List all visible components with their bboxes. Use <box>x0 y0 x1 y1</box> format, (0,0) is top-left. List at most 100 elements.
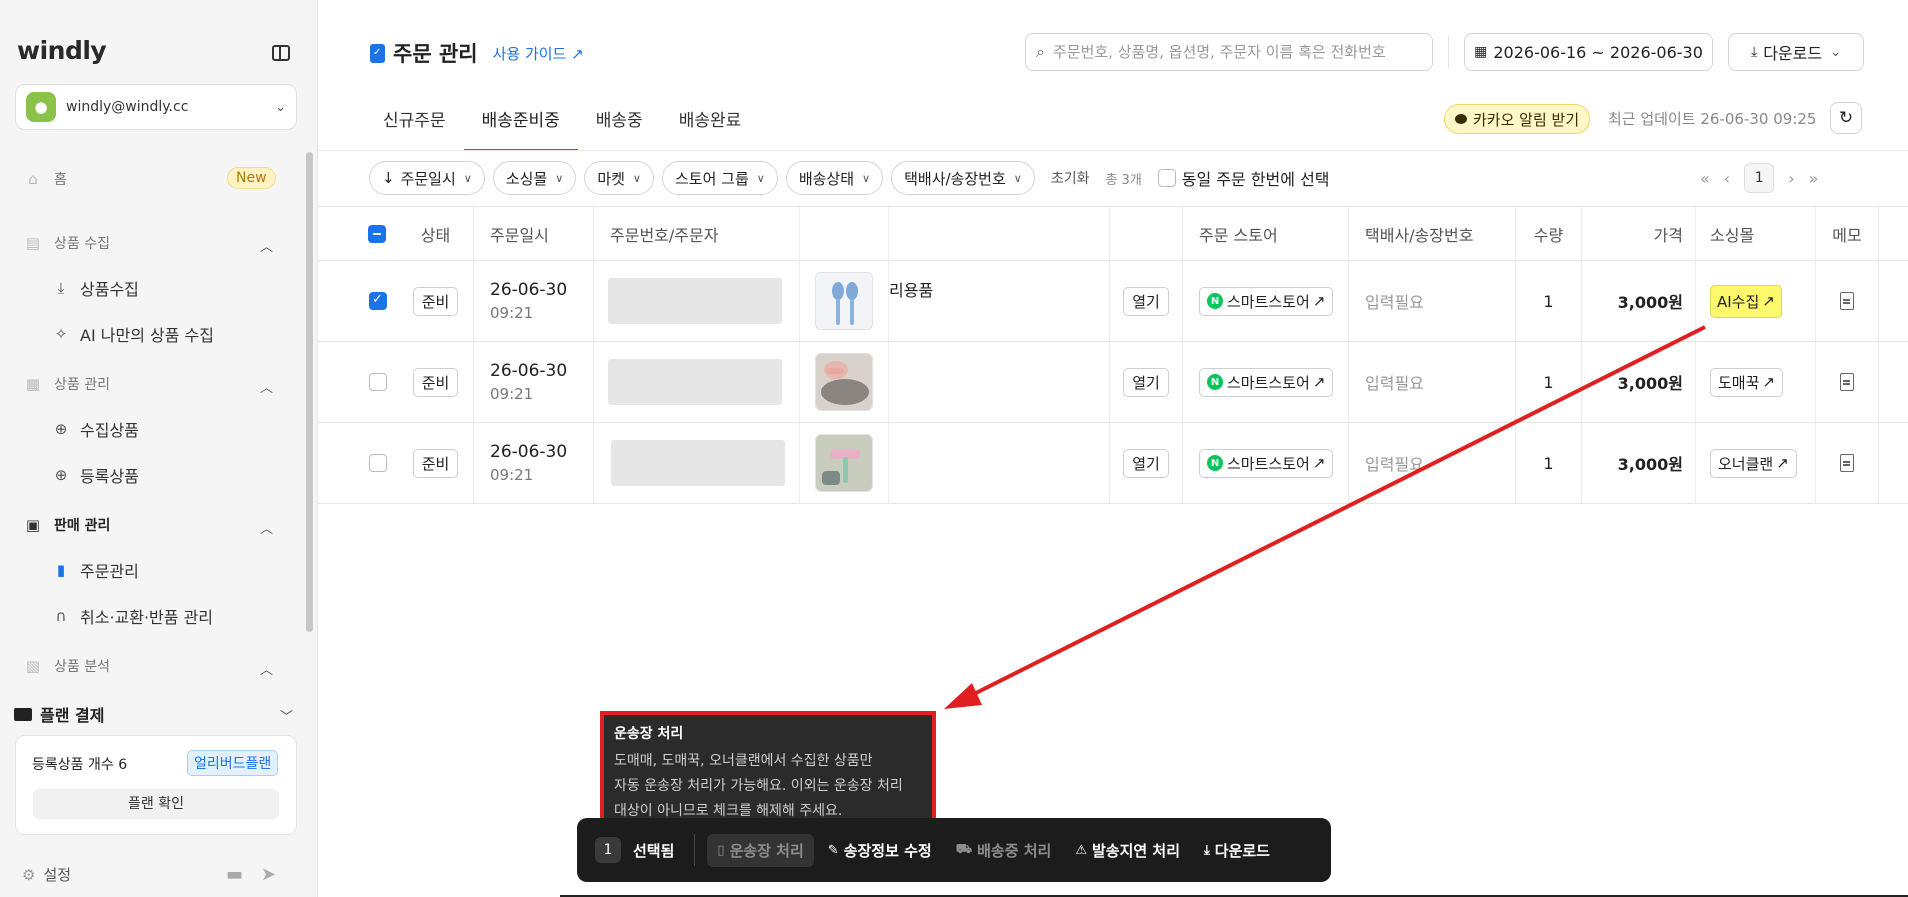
plan-check-button[interactable]: 플랜 확인 <box>33 789 279 819</box>
chevron-up-icon[interactable]: ︿ <box>260 518 273 537</box>
product-thumbnail[interactable] <box>815 353 873 411</box>
store-link[interactable]: N 스마트스토어 ↗ <box>1199 367 1334 397</box>
sidebar-section-sales[interactable]: ▣ 판매 관리 <box>22 514 111 536</box>
memo-icon[interactable] <box>1840 373 1854 391</box>
table-row[interactable]: 준비 26-06-30 09:21 열기 N 스마트스토어 ↗ 입력필요 1 3… <box>318 342 1908 423</box>
chevron-up-icon[interactable]: ︿ <box>260 659 273 678</box>
tab-new-orders[interactable]: 신규주문 <box>365 100 464 151</box>
download-dropdown[interactable]: ⤓ 다운로드 ⌄ <box>1728 33 1864 71</box>
courier-cell[interactable]: 입력필요 <box>1349 423 1516 503</box>
store-link[interactable]: N 스마트스토어 ↗ <box>1199 448 1334 478</box>
select-all-checkbox[interactable] <box>368 224 386 243</box>
current-page[interactable]: 1 <box>1744 163 1775 193</box>
price-cell: 3,000원 <box>1582 342 1696 422</box>
sidebar-item-ai-collect[interactable]: ✧ AI 나만의 상품 수집 <box>50 322 214 346</box>
search-box[interactable]: ⌕ <box>1025 33 1433 71</box>
tab-shipping[interactable]: 배송중 <box>578 100 661 151</box>
open-button[interactable]: 열기 <box>1123 367 1169 397</box>
sidebar-collapse-icon[interactable] <box>272 45 290 61</box>
table-row[interactable]: 준비 26-06-30 09:21 열기 N 스마트스토어 ↗ 입력필요 1 3… <box>318 423 1908 504</box>
first-page-icon[interactable]: « <box>1700 169 1710 188</box>
product-name[interactable]: 리용품 <box>889 277 933 301</box>
mall-link-domeggook[interactable]: 도매꾹 ↗ <box>1710 367 1783 397</box>
sidebar-section-manage[interactable]: ▦ 상품 관리 <box>22 373 110 395</box>
reset-button[interactable]: 초기화 <box>1051 168 1090 188</box>
last-page-icon[interactable]: » <box>1809 169 1819 188</box>
edit-invoice-button[interactable]: ✎ 송장정보 수정 <box>818 834 942 867</box>
order-date: 26-06-30 <box>490 442 568 462</box>
filter-label: 주문일시 <box>400 169 456 188</box>
chevron-down-icon[interactable]: ﹀ <box>280 706 293 725</box>
guide-link[interactable]: 사용 가이드 ↗ <box>493 43 584 64</box>
delay-button[interactable]: ⚠ 발송지연 처리 <box>1065 834 1190 867</box>
chevron-up-icon[interactable]: ︿ <box>260 377 273 396</box>
search-input[interactable] <box>1052 43 1413 61</box>
sidebar-item-registered-products[interactable]: ⊕ 등록상품 <box>50 463 139 487</box>
row-checkbox[interactable] <box>369 454 387 472</box>
send-icon[interactable]: ➤ <box>261 864 276 885</box>
last-update: 최근 업데이트 26-06-30 09:25 <box>1608 110 1817 128</box>
next-page-icon[interactable]: › <box>1788 169 1794 188</box>
product-thumbnail[interactable] <box>815 272 873 330</box>
store-group-filter[interactable]: 스토어 그룹 ∨ <box>661 161 778 195</box>
courier-cell[interactable]: 입력필요 <box>1349 342 1516 422</box>
open-button[interactable]: 열기 <box>1123 286 1169 316</box>
app-logo[interactable]: windly <box>17 36 107 65</box>
sidebar-item-orders[interactable]: ▮ 주문관리 <box>50 558 139 582</box>
mall-link-ai[interactable]: AI수집 ↗ <box>1710 284 1782 318</box>
date-range-picker[interactable]: ▦ 2026-06-16 ~ 2026-06-30 <box>1464 33 1713 71</box>
sort-filter[interactable]: ↓ 주문일시 ∨ <box>369 161 485 195</box>
order-time: 09:21 <box>490 466 534 484</box>
mark-shipping-button[interactable]: ⛟ 배송중 처리 <box>946 834 1062 867</box>
courier-cell[interactable]: 입력필요 <box>1349 261 1516 341</box>
tab-preparing[interactable]: 배송준비중 <box>463 100 578 151</box>
order-no-cell <box>594 423 800 503</box>
memo-icon[interactable] <box>1840 292 1854 310</box>
box-icon: ▤ <box>25 234 41 252</box>
same-order-select[interactable]: 동일 주문 한번에 선택 <box>1157 166 1330 190</box>
chevron-up-icon[interactable]: ︿ <box>260 236 273 255</box>
refresh-icon: ↻ <box>1838 108 1854 128</box>
bar-download-button[interactable]: ⤓ 다운로드 <box>1194 834 1280 867</box>
memo-icon[interactable] <box>1840 454 1854 472</box>
sidebar-item-returns[interactable]: ∩ 취소·교환·반품 관리 <box>50 604 214 628</box>
sidebar-item-home[interactable]: ⌂ 홈 <box>22 168 67 190</box>
sidebar-item-label: AI 나만의 상품 수집 <box>80 326 214 345</box>
refresh-button[interactable]: ↻ <box>1830 102 1862 134</box>
store-link[interactable]: N 스마트스토어 ↗ <box>1199 286 1334 316</box>
sidebar-item-collected-products[interactable]: ⊕ 수집상품 <box>50 417 139 441</box>
sidebar-section-analysis[interactable]: ▧ 상품 분석 <box>22 655 110 677</box>
tab-delivered[interactable]: 배송완료 <box>661 100 760 151</box>
market-filter[interactable]: 마켓 ∨ <box>584 161 654 195</box>
plan-product-count: 등록상품 개수 6 <box>32 754 127 774</box>
thumb-cell <box>800 261 889 341</box>
sidebar-section-label: 상품 관리 <box>54 377 110 393</box>
plan-count-label: 등록상품 개수 <box>32 757 114 773</box>
ship-status-filter[interactable]: 배송상태 ∨ <box>785 161 884 195</box>
kakao-alert-button[interactable]: 카카오 알림 받기 <box>1444 104 1591 134</box>
sidebar-section-label: 상품 분석 <box>54 659 110 675</box>
product-thumbnail[interactable] <box>815 434 873 492</box>
account-email: windly@windly.cc <box>66 99 189 115</box>
mall-filter[interactable]: 소싱몰 ∨ <box>492 161 577 195</box>
prev-page-icon[interactable]: ‹ <box>1724 169 1730 188</box>
chevron-down-icon: ∨ <box>1013 171 1022 185</box>
same-order-checkbox[interactable] <box>1157 169 1176 187</box>
row-checkbox[interactable] <box>369 373 387 391</box>
row-checkbox[interactable] <box>369 292 387 310</box>
date-cell: 26-06-30 09:21 <box>474 423 594 503</box>
table-row[interactable]: 준비 26-06-30 09:21 리용품 열기 N 스마트스토어 ↗ 입력필 <box>318 261 1908 342</box>
sidebar-scrollbar[interactable] <box>306 152 313 632</box>
open-button[interactable]: 열기 <box>1123 448 1169 478</box>
sidebar-section-plan[interactable]: 플랜 결제 <box>14 702 104 726</box>
waybill-button[interactable]: ▯ 운송장 처리 <box>707 833 814 867</box>
page-title: 주문 관리 사용 가이드 ↗ <box>370 38 584 68</box>
sidebar-item-settings[interactable]: ⚙ 설정 <box>22 864 71 885</box>
account-switcher[interactable]: ● windly@windly.cc ⌄ <box>15 84 297 130</box>
price-cell: 3,000원 <box>1582 423 1696 503</box>
chat-icon[interactable]: ▬ <box>226 864 243 885</box>
sidebar-section-collect[interactable]: ▤ 상품 수집 <box>22 232 110 254</box>
mall-link-ownerclan[interactable]: 오너클랜 ↗ <box>1710 448 1797 478</box>
sidebar-item-collect[interactable]: ⤓ 상품수집 <box>50 276 139 300</box>
courier-filter[interactable]: 택배사/송장번호 ∨ <box>891 161 1035 195</box>
